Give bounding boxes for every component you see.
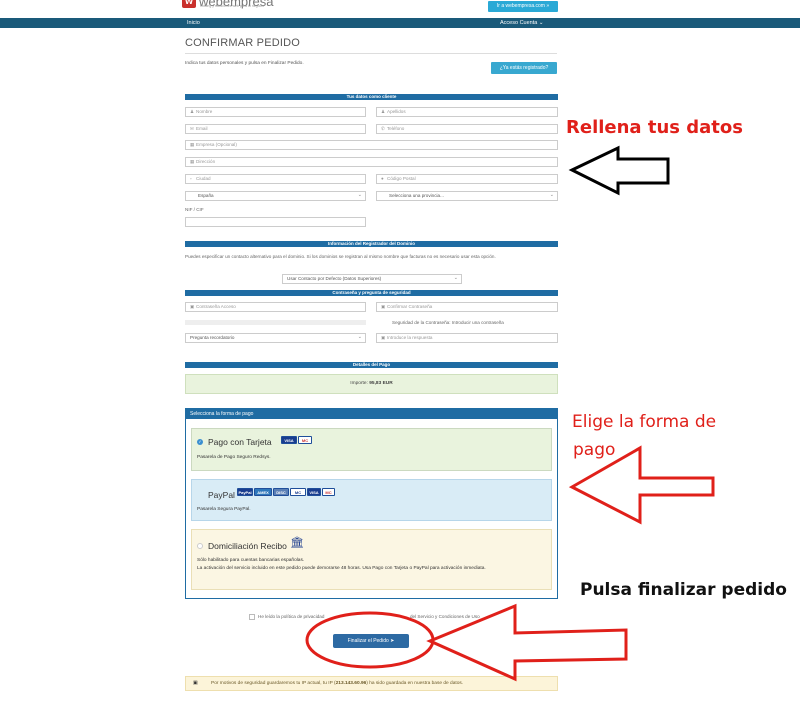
black-arrow-icon <box>568 145 670 196</box>
red-arrow-payment-icon <box>568 445 715 525</box>
red-ellipse-highlight <box>305 611 435 669</box>
annotation-overlay <box>305 145 715 682</box>
red-arrow-finish-icon <box>426 603 628 682</box>
